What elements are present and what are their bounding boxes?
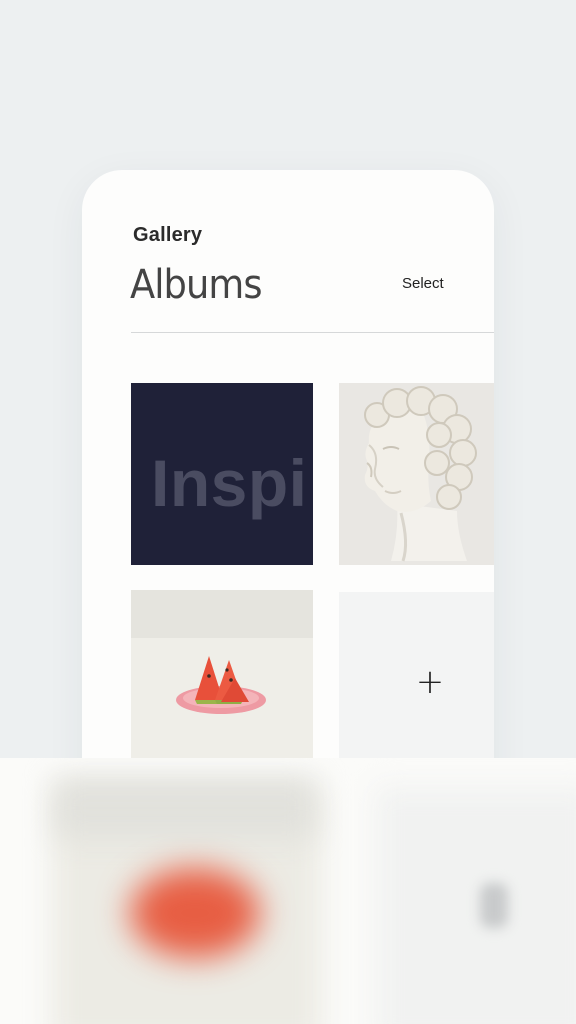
blurred-watermelon bbox=[130, 868, 260, 958]
blurred-tile-right bbox=[375, 786, 576, 1024]
blurred-plus-icon bbox=[480, 883, 508, 928]
select-button[interactable]: Select bbox=[402, 275, 444, 292]
add-album-button[interactable]: + bbox=[339, 592, 494, 782]
album-tile-watermelon[interactable] bbox=[131, 590, 313, 780]
header-divider bbox=[131, 332, 494, 333]
plus-icon: + bbox=[415, 662, 445, 702]
section-title: Gallery bbox=[133, 224, 203, 246]
album-cover-text: Inspi bbox=[151, 446, 308, 520]
blurred-preview-overlay bbox=[0, 758, 576, 1024]
app-stage: Gallery Albums Select Inspi + bbox=[0, 0, 576, 1024]
album-tile-inspiration[interactable]: Inspi bbox=[131, 383, 313, 565]
page-title: Albums bbox=[130, 262, 263, 308]
album-tile-statue[interactable] bbox=[339, 383, 494, 565]
watermelon-image bbox=[131, 590, 313, 780]
blurred-tile-left-top bbox=[55, 778, 315, 838]
statue-image bbox=[339, 383, 494, 565]
